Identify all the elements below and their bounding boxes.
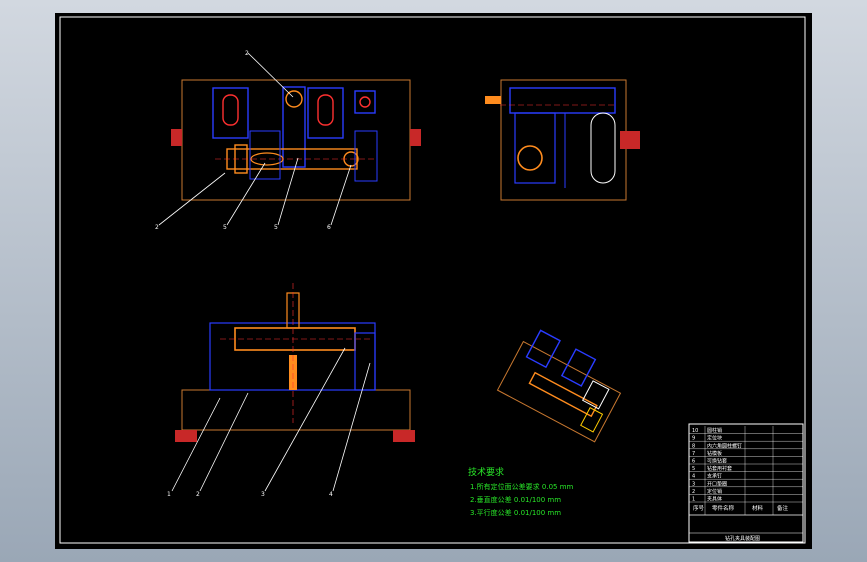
top-view-left-lug	[171, 129, 182, 146]
top-leader-2	[158, 172, 226, 226]
side-view-screw	[620, 131, 640, 149]
balloon-top-2: 2	[155, 224, 159, 231]
bom-row-no: 6	[692, 459, 695, 465]
bom-row-name: 钻模板	[707, 450, 722, 457]
front-leader-3	[264, 347, 346, 492]
balloon-front-2: 2	[196, 491, 200, 498]
iso-locator	[580, 406, 604, 433]
balloon-top-1: 2	[245, 50, 249, 57]
top-leader-5	[330, 164, 352, 226]
side-view	[485, 79, 640, 201]
side-view-pin	[485, 96, 501, 104]
front-view-foot-right	[393, 430, 415, 442]
cad-canvas[interactable]: 2 2 5 5 6 1 2 3 4 技术要求 1.所有定位面公差要求 0.05 …	[55, 13, 812, 549]
bom-row-name: 内六角圆柱螺钉	[707, 442, 742, 449]
side-view-workpiece	[517, 145, 543, 171]
bom-row-no: 1	[692, 497, 695, 503]
bom-rows: 10 圆柱销 9 定位块 8 内六角圆柱螺钉 7 钻模板 6 可换钻套 5 钻套用衬套 4 支承钉 3 开口垫…	[689, 426, 803, 515]
bom-header-name: 零件名称	[712, 504, 735, 512]
bom-row-name: 钻套用衬套	[707, 465, 732, 472]
bom-row-name: 支承钉	[707, 473, 722, 480]
front-leader-4	[332, 362, 371, 492]
tech-note-1: 1.所有定位面公差要求 0.05 mm	[470, 482, 574, 491]
bom-row-name: 圆柱销	[707, 427, 722, 434]
top-view-base-outline	[181, 79, 411, 201]
side-support	[354, 130, 378, 182]
bom-row-name: 开口垫圈	[707, 480, 727, 487]
side-view-column	[514, 112, 556, 184]
drill-bushing-1	[285, 90, 303, 108]
bom-row-no: 10	[692, 428, 698, 434]
bom-row-no: 7	[692, 451, 695, 457]
locator-pin	[359, 96, 371, 108]
balloon-front-3: 3	[261, 491, 265, 498]
bom-row-no: 2	[692, 489, 695, 495]
balloon-front-4: 4	[329, 491, 333, 498]
tech-note-3: 3.平行度公差 0.01/100 mm	[470, 508, 561, 517]
isometric-view	[496, 329, 622, 443]
top-view: 2 2 5 5 6	[155, 50, 421, 231]
iso-workpiece	[528, 371, 598, 418]
clamp-slot-left	[222, 94, 239, 126]
front-leader-1	[171, 397, 221, 492]
top-leader-1	[247, 52, 294, 98]
cad-drawing: 2 2 5 5 6 1 2 3 4 技术要求 1.所有定位面公差要求 0.05 …	[59, 16, 806, 544]
iso-clamp-2	[560, 348, 597, 387]
front-view: 1 2 3 4	[167, 283, 415, 498]
front-view-base	[181, 389, 411, 431]
balloon-top-3: 5	[223, 224, 227, 231]
iso-base	[496, 340, 622, 443]
bom-row-no: 5	[692, 466, 695, 472]
front-leader-2	[199, 392, 249, 492]
side-view-drill-plate	[509, 87, 616, 114]
front-view-foot-left	[175, 430, 197, 442]
top-leader-4	[277, 157, 299, 226]
iso-clamp-1	[525, 329, 561, 369]
top-view-right-lug	[410, 129, 421, 146]
locator-block	[354, 90, 376, 114]
tech-title: 技术要求	[468, 466, 504, 478]
bom-row-name: 夹具体	[707, 496, 722, 503]
title-block: 10 圆柱销 9 定位块 8 内六角圆柱螺钉 7 钻模板 6 可换钻套 5 钻套用衬套 4 支承钉 3 开口垫…	[688, 423, 804, 543]
bom-header-remark: 备注	[777, 504, 789, 512]
clamp-slot-right	[317, 94, 334, 126]
bom-header-material: 材料	[752, 504, 764, 512]
bom-row-name: 定位销	[707, 488, 722, 495]
title-bottom-label: 钻孔夹具装配图	[725, 535, 760, 542]
bom-row-no: 8	[692, 443, 695, 449]
bom-header-no: 序号	[693, 504, 705, 512]
bom-row-name: 定位块	[707, 435, 722, 442]
bom-row-no: 3	[692, 481, 695, 487]
bom-row-no: 9	[692, 436, 695, 442]
technical-notes: 技术要求 1.所有定位面公差要求 0.05 mm 2.垂直度公差 0.01/10…	[468, 466, 574, 517]
bom-row-name: 可换钻套	[707, 458, 727, 465]
side-view-slot	[590, 112, 616, 184]
bom-row-no: 4	[692, 474, 695, 480]
balloon-top-5: 6	[327, 224, 331, 231]
balloon-top-4: 5	[274, 224, 278, 231]
tech-note-2: 2.垂直度公差 0.01/100 mm	[470, 495, 561, 504]
balloon-front-1: 1	[167, 491, 171, 498]
